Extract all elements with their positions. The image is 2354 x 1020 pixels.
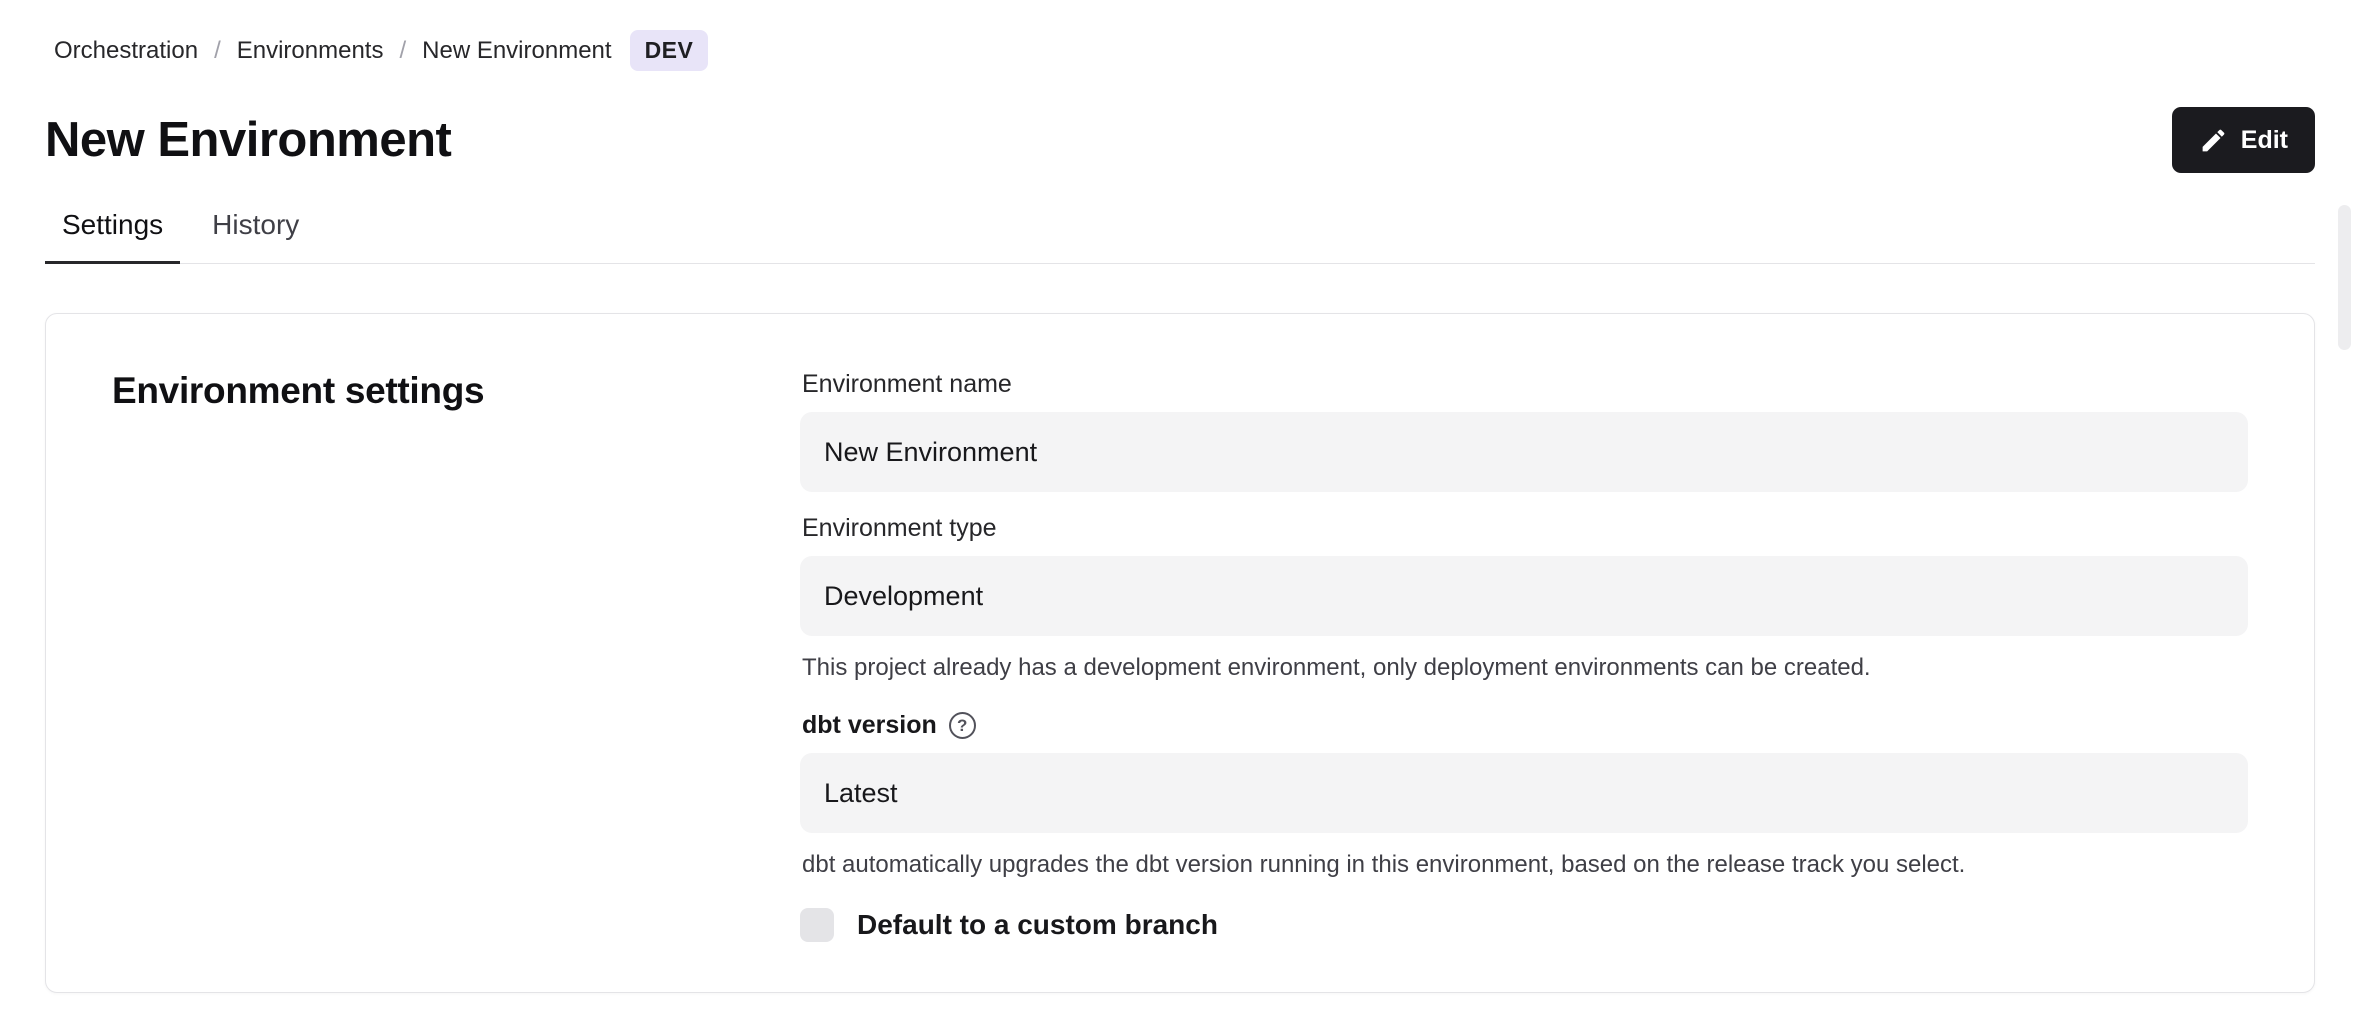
- breadcrumb-item-new-environment: New Environment: [422, 37, 611, 65]
- edit-button-label: Edit: [2241, 126, 2288, 155]
- environment-settings-form: Environment name New Environment Environ…: [800, 370, 2248, 942]
- breadcrumb-item-environments[interactable]: Environments: [237, 37, 384, 65]
- scrollbar-thumb[interactable]: [2338, 205, 2351, 350]
- card-heading-column: Environment settings: [112, 370, 800, 942]
- environment-dev-badge: DEV: [630, 30, 709, 71]
- environment-name-label-text: Environment name: [802, 370, 1012, 399]
- page-title: New Environment: [45, 112, 451, 168]
- page: Orchestration / Environments / New Envir…: [0, 0, 2354, 993]
- help-icon[interactable]: ?: [949, 712, 976, 739]
- custom-branch-checkbox[interactable]: [800, 908, 834, 942]
- environment-type-label: Environment type: [802, 514, 2248, 543]
- breadcrumb-separator: /: [214, 37, 221, 65]
- environment-name-input[interactable]: New Environment: [800, 412, 2248, 492]
- environment-name-label: Environment name: [802, 370, 2248, 399]
- card-heading: Environment settings: [112, 370, 800, 412]
- pencil-icon: [2199, 126, 2228, 155]
- tab-bar: Settings History: [45, 199, 2315, 264]
- environment-type-label-text: Environment type: [802, 514, 997, 543]
- breadcrumb-item-orchestration[interactable]: Orchestration: [54, 37, 198, 65]
- dbt-version-label: dbt version ?: [802, 711, 2248, 740]
- dbt-version-label-text: dbt version: [802, 711, 937, 740]
- breadcrumb: Orchestration / Environments / New Envir…: [54, 30, 2315, 71]
- environment-settings-card: Environment settings Environment name Ne…: [45, 313, 2315, 993]
- dbt-version-value: Latest: [824, 778, 898, 809]
- dbt-version-input[interactable]: Latest: [800, 753, 2248, 833]
- environment-type-helper-text: This project already has a development e…: [802, 652, 2248, 683]
- page-header: New Environment Edit: [45, 107, 2315, 173]
- environment-type-value: Development: [824, 581, 983, 612]
- dbt-version-helper-text: dbt automatically upgrades the dbt versi…: [802, 849, 2248, 880]
- environment-type-input[interactable]: Development: [800, 556, 2248, 636]
- tab-history[interactable]: History: [195, 199, 316, 263]
- breadcrumb-separator: /: [399, 37, 406, 65]
- tab-settings[interactable]: Settings: [45, 199, 180, 264]
- edit-button[interactable]: Edit: [2172, 107, 2315, 173]
- custom-branch-row: Default to a custom branch: [800, 908, 2248, 942]
- custom-branch-label: Default to a custom branch: [857, 909, 1218, 941]
- environment-name-value: New Environment: [824, 437, 1037, 468]
